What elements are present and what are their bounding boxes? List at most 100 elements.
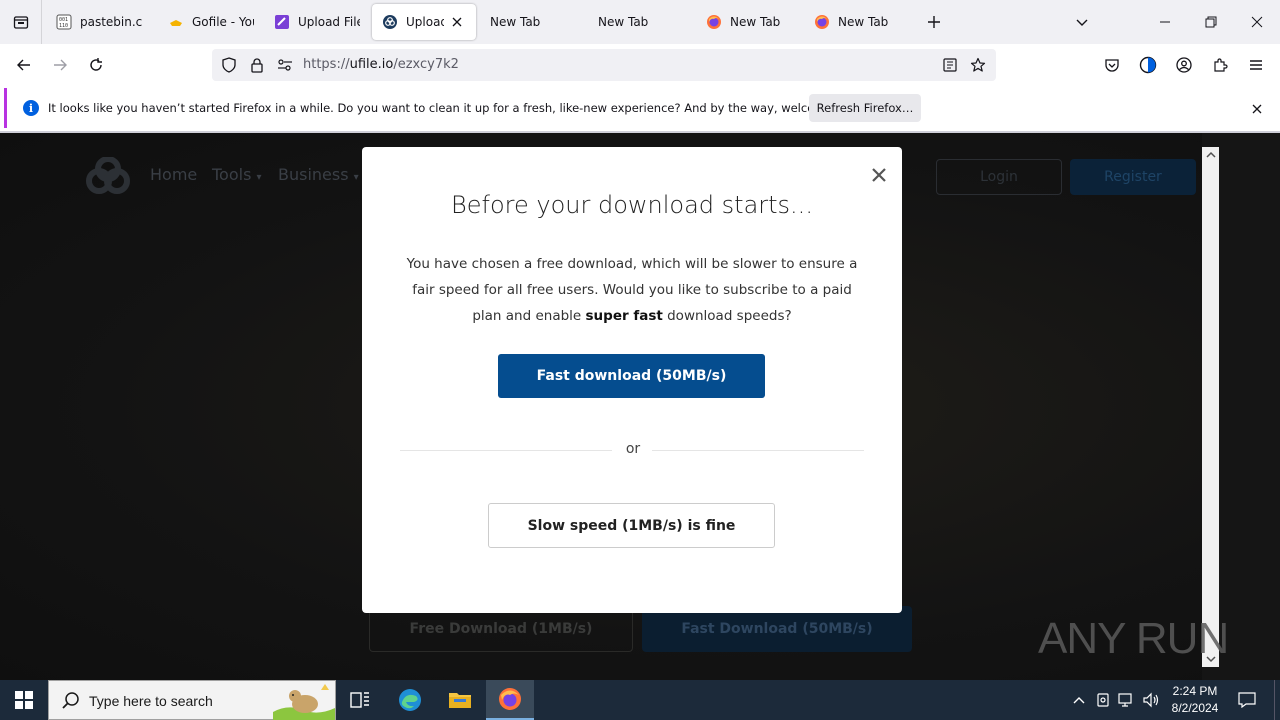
tab-new-2[interactable]: New Tab [588, 4, 694, 40]
start-button[interactable] [0, 680, 48, 720]
firefox-icon [814, 14, 830, 30]
site-nav-tools-label: Tools [212, 165, 252, 184]
upload-purple-icon [274, 14, 290, 30]
scroll-up-arrow-icon[interactable] [1202, 147, 1219, 163]
tab-label: New Tab [730, 15, 781, 29]
taskbar-firefox[interactable] [486, 680, 534, 720]
svg-text:110: 110 [59, 23, 68, 29]
folder-icon [449, 693, 471, 708]
tab-upload-files[interactable]: Upload Files [264, 4, 370, 40]
contrast-icon [1139, 56, 1157, 74]
page-scrollbar[interactable] [1202, 147, 1219, 667]
show-desktop-button[interactable] [1274, 680, 1275, 720]
taskbar-edge[interactable] [386, 680, 434, 720]
bookmark-star-icon[interactable] [968, 55, 988, 75]
account-button[interactable] [1170, 51, 1198, 79]
pastebin-icon: 001 110 [56, 14, 72, 30]
tab-pastebin[interactable]: 001110 pastebin.com [46, 4, 152, 40]
show-hidden-icons-button[interactable] [1068, 690, 1090, 710]
taskbar-search-box[interactable]: Type here to search [48, 680, 336, 720]
restore-icon [1205, 16, 1217, 28]
tracking-protection-shield-icon[interactable] [219, 55, 239, 75]
fast-download-button[interactable]: Fast download (50MB/s) [498, 354, 765, 398]
forward-button[interactable] [46, 51, 74, 79]
tray-device-icon[interactable] [1092, 690, 1114, 710]
task-view-button[interactable] [336, 680, 384, 720]
reload-button[interactable] [82, 51, 110, 79]
search-highlight-illustration-icon [273, 684, 335, 720]
site-nav-business[interactable]: Business ▾ [278, 165, 359, 184]
taskbar-file-explorer[interactable] [436, 680, 484, 720]
reader-view-icon[interactable] [940, 55, 960, 75]
url-bar[interactable]: https://ufile.io/ezxcy7k2 [212, 49, 996, 81]
action-center-button[interactable] [1232, 688, 1262, 712]
divider-left [400, 450, 612, 451]
notification-message: It looks like you haven’t started Firefo… [48, 101, 869, 115]
app-menu-button[interactable] [1242, 51, 1270, 79]
tab-ufile-active[interactable]: Upload f [372, 4, 476, 40]
modal-body-emphasis: super fast [585, 308, 663, 324]
network-icon[interactable] [1116, 690, 1138, 710]
puzzle-icon [1214, 58, 1228, 72]
back-button[interactable] [10, 51, 38, 79]
modal-close-button[interactable] [867, 163, 891, 187]
extensions-button[interactable] [1206, 51, 1234, 79]
tab-label: pastebin.com [80, 15, 142, 29]
close-icon [872, 168, 886, 182]
site-nav-home[interactable]: Home [150, 165, 197, 184]
minimize-icon [1160, 21, 1170, 23]
chevron-down-icon: ▾ [256, 172, 262, 183]
restore-button[interactable] [1188, 0, 1234, 44]
close-icon [452, 17, 462, 27]
url-path: /ezxcy7k2 [393, 57, 459, 72]
hamburger-menu-icon [1250, 60, 1262, 70]
ufile-logo-icon[interactable] [84, 157, 132, 197]
dark-reader-button[interactable] [1134, 51, 1162, 79]
site-nav-tools[interactable]: Tools ▾ [212, 165, 262, 184]
tab-label: Gofile - Your [192, 15, 254, 29]
new-tab-button[interactable] [922, 10, 946, 34]
info-icon: i [23, 100, 39, 116]
notification-close-button[interactable] [1247, 99, 1267, 119]
permissions-icon[interactable] [275, 55, 295, 75]
tab-strip: 001110 pastebin.com Gofile - Your Upload… [0, 0, 1280, 44]
plus-icon [928, 16, 940, 28]
tab-label: Upload Files [298, 15, 360, 29]
firefox-view-button[interactable] [0, 0, 42, 44]
minimize-button[interactable] [1142, 0, 1188, 44]
arrow-right-icon [54, 59, 67, 71]
tab-gofile[interactable]: Gofile - Your [158, 4, 264, 40]
close-window-button[interactable] [1234, 0, 1280, 44]
gofile-icon [168, 14, 184, 30]
tab-new-3[interactable]: New Tab [696, 4, 802, 40]
site-login-button[interactable]: Login [936, 159, 1062, 195]
firefox-icon [499, 688, 521, 710]
search-icon [62, 692, 79, 709]
chevron-up-icon [1073, 697, 1085, 704]
url-text[interactable]: https://ufile.io/ezxcy7k2 [303, 57, 459, 72]
taskbar-clock[interactable]: 2:24 PM 8/2/2024 [1162, 683, 1228, 717]
clock-date: 8/2/2024 [1171, 701, 1219, 715]
pocket-button[interactable] [1098, 51, 1126, 79]
tab-new-4[interactable]: New Tab [804, 4, 910, 40]
tab-new-1[interactable]: New Tab [480, 4, 586, 40]
firefox-icon [706, 14, 722, 30]
chevron-down-icon [1076, 19, 1088, 26]
tab-close-button[interactable] [448, 13, 466, 31]
site-register-button[interactable]: Register [1070, 159, 1196, 195]
slow-download-button[interactable]: Slow speed (1MB/s) is fine [488, 503, 775, 548]
list-all-tabs-button[interactable] [1070, 10, 1094, 34]
anyrun-watermark-logo: ANY RUN [1038, 614, 1229, 663]
tab-label: New Tab [490, 15, 541, 29]
watermark-text: ANY RUN [1038, 614, 1228, 663]
lock-icon[interactable] [247, 55, 267, 75]
modal-title: Before your download starts... [451, 191, 813, 219]
notification-icon [1238, 692, 1256, 708]
modal-body-text-end: download speeds? [667, 308, 792, 324]
tab-label: New Tab [838, 15, 889, 29]
close-icon [1252, 104, 1262, 114]
refresh-firefox-button[interactable]: Refresh Firefox… [809, 94, 921, 122]
volume-icon[interactable] [1140, 690, 1162, 710]
windows-taskbar: Type here to search 2:24 PM 8/2/2024 [0, 680, 1280, 720]
clock-time: 2:24 PM [1172, 684, 1218, 698]
